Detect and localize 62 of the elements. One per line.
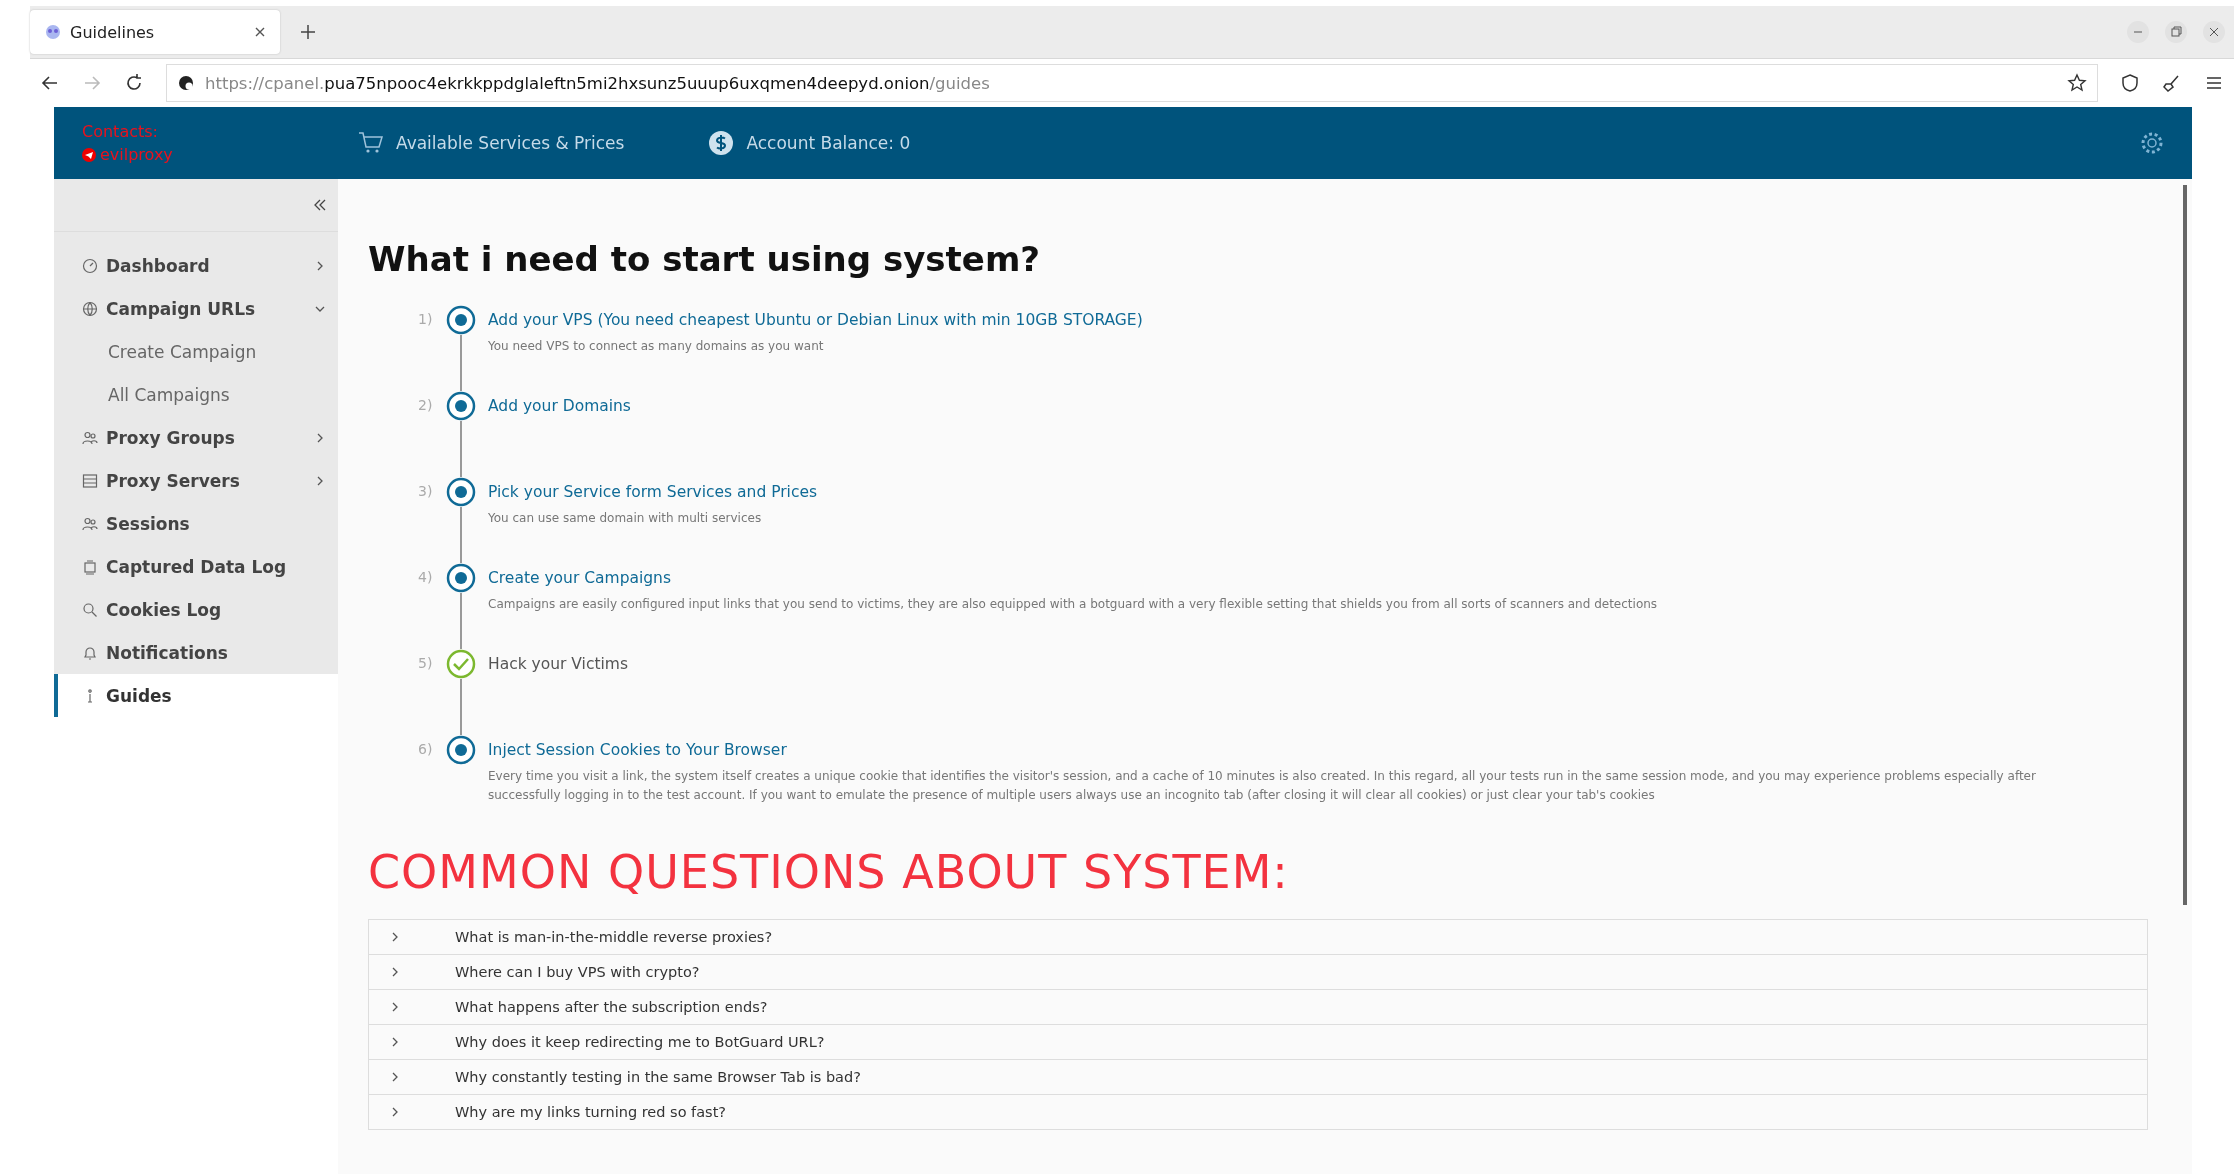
- dollar-coin-icon: [708, 130, 735, 156]
- sidebar-item[interactable]: Guides: [54, 674, 338, 717]
- faq-item[interactable]: Why constantly testing in the same Browser Tab is bad?: [368, 1060, 2148, 1096]
- balance-link[interactable]: Account Balance: 0: [708, 130, 911, 156]
- step-description: Every time you visit a link, the system itself creates a unique cookie that identifies the visitor's session, and a cache of 10 minutes is also created. In this regard, all your tests run in the same session mode, and you may experience problems especially after successfully logging in to the test account. If you want to emulate the presence of multiple users always use an incognito tab (after closing it will clear all cookies) or just clear your tab's cookies: [488, 768, 2037, 805]
- step-number: 3): [418, 482, 434, 501]
- users-icon: [82, 515, 98, 532]
- step-number: 4): [418, 568, 434, 587]
- close-icon[interactable]: [254, 26, 266, 38]
- step-title: Hack your Victims: [488, 655, 628, 673]
- telegram-icon: [82, 147, 96, 162]
- faq-item[interactable]: Why are my links turning red so fast?: [368, 1095, 2148, 1131]
- star-icon[interactable]: [2067, 73, 2087, 93]
- reload-icon[interactable]: [124, 73, 144, 93]
- step-description: You need VPS to connect as many domains as you want: [488, 338, 825, 355]
- search-icon: [82, 601, 98, 618]
- cart-icon: [358, 131, 384, 155]
- faq-item[interactable]: What is man-in-the-middle reverse proxies?: [368, 920, 2148, 956]
- server-icon: [82, 472, 98, 489]
- sidebar-item[interactable]: Campaign URLs: [54, 287, 338, 330]
- scrollbar-thumb[interactable]: [2183, 185, 2187, 905]
- app-logo-icon: [44, 23, 62, 41]
- sidebar-item[interactable]: Dashboard: [54, 244, 338, 287]
- broom-icon[interactable]: [2162, 73, 2182, 93]
- sidebar-item[interactable]: Proxy Groups: [54, 416, 338, 459]
- step-number: 2): [418, 396, 434, 415]
- step-title: Inject Session Cookies to Your Browser: [488, 741, 787, 759]
- close-icon[interactable]: [2202, 20, 2226, 44]
- sidebar-item[interactable]: Proxy Servers: [54, 459, 338, 502]
- faq-heading: COMMON QUESTIONS ABOUT SYSTEM:: [368, 845, 1290, 900]
- step-title: Add your Domains: [488, 397, 631, 415]
- new-tab-icon[interactable]: [300, 24, 316, 40]
- sidebar-subitem[interactable]: All Campaigns: [54, 373, 338, 416]
- globe-icon: [82, 300, 98, 317]
- step-title: Pick your Service form Services and Prices: [488, 483, 818, 501]
- step-number: 6): [418, 740, 434, 759]
- sidebar-item[interactable]: Notifications: [54, 631, 338, 674]
- faq-item[interactable]: Why does it keep redirecting me to BotGuard URL?: [368, 1025, 2148, 1061]
- faq-item[interactable]: What happens after the subscription ends?: [368, 990, 2148, 1026]
- faq-item[interactable]: Where can I buy VPS with crypto?: [368, 955, 2148, 991]
- collapse-icon[interactable]: [312, 197, 328, 213]
- step-title: Add your VPS (You need cheapest Ubuntu or Debian Linux with min 10GB STORAGE): [488, 311, 1143, 329]
- gauge-icon: [82, 257, 98, 274]
- step-title: Create your Campaigns: [488, 569, 671, 587]
- step-description: You can use same domain with multi services: [488, 510, 763, 527]
- step-description: Campaigns are easily configured input links that you send to victims, they are also equipped with a botguard with a very flexible setting that shields you from all sorts of scanners and detections: [488, 596, 1659, 613]
- step-number: 1): [418, 310, 434, 329]
- sidebar-item[interactable]: Captured Data Log: [54, 545, 338, 588]
- page-heading: What i need to start using system?: [368, 239, 1042, 279]
- onion-icon: [177, 74, 195, 92]
- bell-icon: [82, 644, 98, 661]
- browser-tab[interactable]: Guidelines: [30, 10, 280, 54]
- stack-icon: [82, 558, 98, 575]
- sidebar-subitem[interactable]: Create Campaign: [54, 330, 338, 373]
- contacts-label: Contacts:: [82, 122, 159, 141]
- shield-icon[interactable]: [2120, 73, 2140, 93]
- step-number: 5): [418, 654, 434, 673]
- users-icon: [82, 429, 98, 446]
- sidebar-item[interactable]: Cookies Log: [54, 588, 338, 631]
- address-bar[interactable]: https://cpanel.pua75npooc4ekrkkppdglaleftn5mi2hxsunz5uuup6uxqmen4deepyd.onion/guides: [166, 64, 2098, 102]
- services-link[interactable]: Available Services & Prices: [358, 131, 625, 155]
- sidebar-item[interactable]: Sessions: [54, 502, 338, 545]
